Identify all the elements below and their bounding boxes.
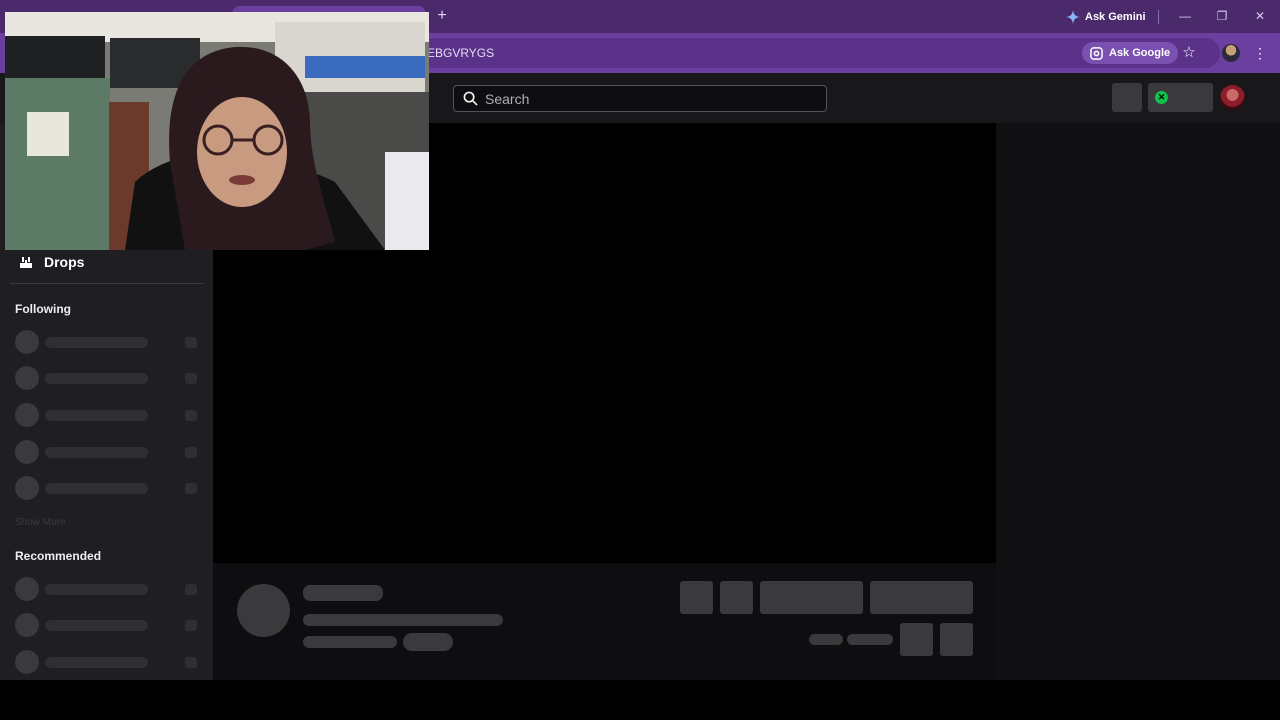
following-heading: Following bbox=[15, 302, 71, 316]
stream-title-skeleton bbox=[303, 614, 503, 626]
webcam-feed-image bbox=[5, 12, 429, 250]
new-tab-button[interactable]: + bbox=[432, 6, 452, 26]
recommended-skeleton-row bbox=[15, 577, 200, 601]
more-button-skeleton[interactable] bbox=[940, 623, 973, 656]
search-placeholder: Search bbox=[485, 90, 530, 107]
minimize-icon[interactable]: — bbox=[1172, 6, 1198, 26]
sidebar-item-drops[interactable]: Drops bbox=[18, 254, 84, 270]
uptime-skeleton bbox=[847, 634, 893, 645]
recommended-skeleton-row bbox=[15, 613, 200, 637]
ask-google-label: Ask Google bbox=[1109, 47, 1171, 59]
channel-name-skeleton bbox=[303, 585, 383, 601]
address-text: EBGVRYGS bbox=[427, 46, 495, 60]
show-more-link[interactable]: Show More bbox=[15, 517, 66, 528]
nav-placeholder-button[interactable] bbox=[1112, 83, 1142, 112]
tab-strip-separator bbox=[1158, 10, 1159, 24]
lens-icon bbox=[1090, 46, 1103, 60]
tag-skeleton bbox=[403, 633, 453, 651]
bookmark-star-icon[interactable]: ☆ bbox=[1180, 44, 1198, 62]
search-icon bbox=[463, 91, 478, 106]
ask-gemini-button[interactable]: Ask Gemini bbox=[1066, 8, 1146, 26]
recommended-heading: Recommended bbox=[15, 549, 102, 563]
following-skeleton-row bbox=[15, 403, 200, 427]
sparkle-icon bbox=[1066, 10, 1080, 24]
ask-google-button[interactable]: Ask Google bbox=[1082, 42, 1179, 64]
browser-menu-icon[interactable]: ⋮ bbox=[1252, 44, 1268, 62]
action-button-skeleton[interactable] bbox=[680, 581, 713, 614]
webcam-overlay bbox=[5, 12, 429, 250]
close-window-icon[interactable]: ✕ bbox=[1247, 6, 1273, 26]
following-skeleton-row bbox=[15, 440, 200, 464]
screen-bottom-bar bbox=[0, 680, 1280, 720]
drops-icon bbox=[20, 257, 32, 268]
following-skeleton-row bbox=[15, 366, 200, 390]
ask-gemini-label: Ask Gemini bbox=[1085, 11, 1146, 23]
status-icon: ✕ bbox=[1155, 91, 1168, 104]
follow-button-skeleton[interactable] bbox=[760, 581, 863, 614]
share-button-skeleton[interactable] bbox=[900, 623, 933, 656]
channel-avatar-skeleton bbox=[237, 584, 290, 637]
browser-profile-avatar[interactable] bbox=[1222, 44, 1240, 62]
user-avatar[interactable] bbox=[1220, 85, 1245, 110]
following-skeleton-row bbox=[15, 476, 200, 500]
viewer-count-skeleton bbox=[809, 634, 843, 645]
search-input[interactable]: Search bbox=[453, 85, 827, 112]
recommended-skeleton-row bbox=[15, 650, 200, 674]
drops-label: Drops bbox=[44, 254, 85, 270]
action-button-skeleton[interactable] bbox=[720, 581, 753, 614]
sidebar-divider bbox=[10, 283, 203, 284]
subscribe-button-skeleton[interactable] bbox=[870, 581, 973, 614]
following-skeleton-row bbox=[15, 330, 200, 354]
restore-icon[interactable]: ❐ bbox=[1209, 6, 1235, 26]
chat-panel bbox=[996, 123, 1280, 680]
category-skeleton bbox=[303, 636, 397, 648]
